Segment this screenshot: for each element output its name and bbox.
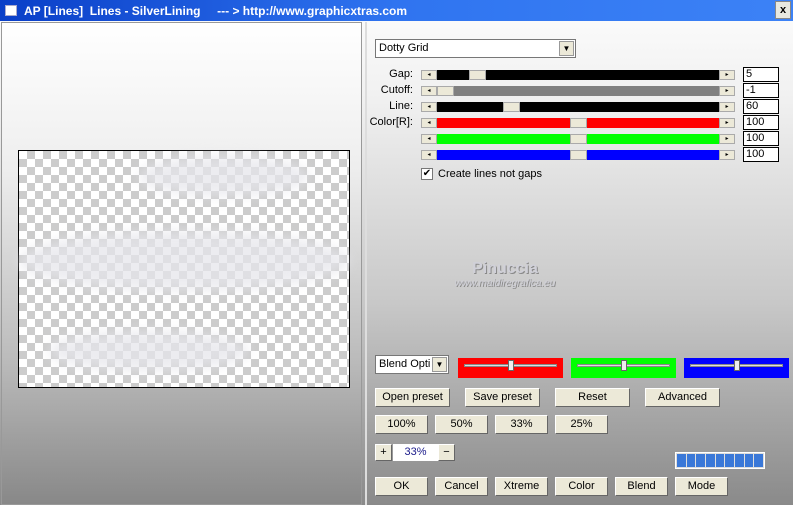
arrow-right-icon[interactable]: ▸ (719, 150, 735, 160)
slider[interactable]: ◂ ▸ (421, 70, 735, 80)
preview-panel (1, 22, 362, 505)
progress-segment (715, 454, 725, 467)
slider-value-field[interactable]: -1 (743, 83, 779, 98)
watermark: Pinuccia www.maidiregrafica.eu (440, 260, 570, 289)
window-icon (5, 5, 17, 16)
slider-label: Line: (389, 100, 413, 112)
ok-button[interactable]: OK (375, 477, 428, 496)
progress-segment (744, 454, 754, 467)
slider[interactable]: ◂ ▸ (421, 118, 735, 128)
open-preset-button[interactable]: Open preset (375, 388, 450, 407)
blend-value: Blend Opti (379, 358, 431, 370)
slider-label: Color[R]: (369, 116, 413, 128)
zoom-100-button[interactable]: 100% (375, 415, 428, 434)
progress-bar (675, 452, 765, 469)
arrow-right-icon[interactable]: ▸ (719, 102, 735, 112)
title-bar: AP [Lines] Lines - SilverLining --- > ht… (0, 0, 793, 21)
slider-track[interactable] (437, 102, 719, 112)
color-slider[interactable] (684, 358, 789, 378)
advanced-button[interactable]: Advanced (645, 388, 720, 407)
chevron-down-icon[interactable]: ▼ (559, 41, 574, 56)
progress-segment (725, 454, 735, 467)
slider[interactable]: ◂ ▸ (421, 102, 735, 112)
blend-options-dropdown[interactable]: Blend Opti ▼ (375, 355, 449, 374)
slider-thumb[interactable] (468, 70, 486, 80)
arrow-right-icon[interactable]: ▸ (719, 70, 735, 80)
slider-label: Cutoff: (380, 84, 413, 96)
zoom-33-button[interactable]: 33% (495, 415, 548, 434)
progress-segment (686, 454, 696, 467)
slider-thumb[interactable] (569, 118, 587, 128)
slider-track[interactable] (437, 86, 719, 96)
slider-thumb[interactable] (733, 360, 740, 371)
arrow-right-icon[interactable]: ▸ (719, 118, 735, 128)
zoom-out-button[interactable]: − (438, 444, 455, 461)
slider[interactable]: ◂ ▸ (421, 134, 735, 144)
slider-value-field[interactable]: 60 (743, 99, 779, 114)
arrow-left-icon[interactable]: ◂ (421, 150, 437, 160)
color-button[interactable]: Color (555, 477, 608, 496)
slider-value-field[interactable]: 5 (743, 67, 779, 82)
zoom-value: 33% (393, 444, 438, 461)
arrow-right-icon[interactable]: ▸ (719, 86, 735, 96)
slider-thumb[interactable] (620, 360, 627, 371)
zoom-50-button[interactable]: 50% (435, 415, 488, 434)
watermark-site: www.maidiregrafica.eu (454, 278, 556, 289)
zoom-in-button[interactable]: + (375, 444, 392, 461)
preset-value: Dotty Grid (379, 42, 429, 54)
preview-image (18, 150, 350, 388)
checkmark-icon[interactable]: ✔ (421, 168, 433, 180)
arrow-left-icon[interactable]: ◂ (421, 118, 437, 128)
slider-thumb[interactable] (437, 86, 454, 96)
color-slider[interactable] (571, 358, 676, 378)
checkbox-label: Create lines not gaps (438, 168, 542, 180)
progress-segment (754, 454, 764, 467)
progress-segment (735, 454, 744, 467)
progress-segment (706, 454, 715, 467)
slider-value-field[interactable]: 100 (743, 115, 779, 130)
create-lines-checkbox[interactable]: ✔ Create lines not gaps (421, 168, 542, 180)
watermark-name: Pinuccia (472, 260, 538, 277)
slider-value-field[interactable]: 100 (743, 147, 779, 162)
mode-button[interactable]: Mode (675, 477, 728, 496)
zoom-25-button[interactable]: 25% (555, 415, 608, 434)
slider[interactable]: ◂ ▸ (421, 150, 735, 160)
preset-dropdown[interactable]: Dotty Grid ▼ (375, 39, 576, 58)
slider-thumb[interactable] (503, 102, 521, 112)
progress-segment (677, 454, 686, 467)
slider[interactable]: ◂ ▸ (421, 86, 735, 96)
blend-button[interactable]: Blend (615, 477, 668, 496)
progress-segment (696, 454, 706, 467)
slider-thumb[interactable] (507, 360, 514, 371)
slider-thumb[interactable] (569, 134, 587, 144)
slider-value-field[interactable]: 100 (743, 131, 779, 146)
arrow-right-icon[interactable]: ▸ (719, 134, 735, 144)
arrow-left-icon[interactable]: ◂ (421, 70, 437, 80)
arrow-left-icon[interactable]: ◂ (421, 86, 437, 96)
slider-thumb[interactable] (569, 150, 587, 160)
color-slider[interactable] (458, 358, 563, 378)
cancel-button[interactable]: Cancel (435, 477, 488, 496)
window-title: AP [Lines] Lines - SilverLining --- > ht… (24, 3, 408, 18)
chevron-down-icon[interactable]: ▼ (432, 357, 447, 372)
slider-label: Gap: (389, 68, 413, 80)
reset-button[interactable]: Reset (555, 388, 630, 407)
close-button[interactable]: x (775, 1, 791, 19)
xtreme-button[interactable]: Xtreme (495, 477, 548, 496)
arrow-left-icon[interactable]: ◂ (421, 102, 437, 112)
save-preset-button[interactable]: Save preset (465, 388, 540, 407)
arrow-left-icon[interactable]: ◂ (421, 134, 437, 144)
